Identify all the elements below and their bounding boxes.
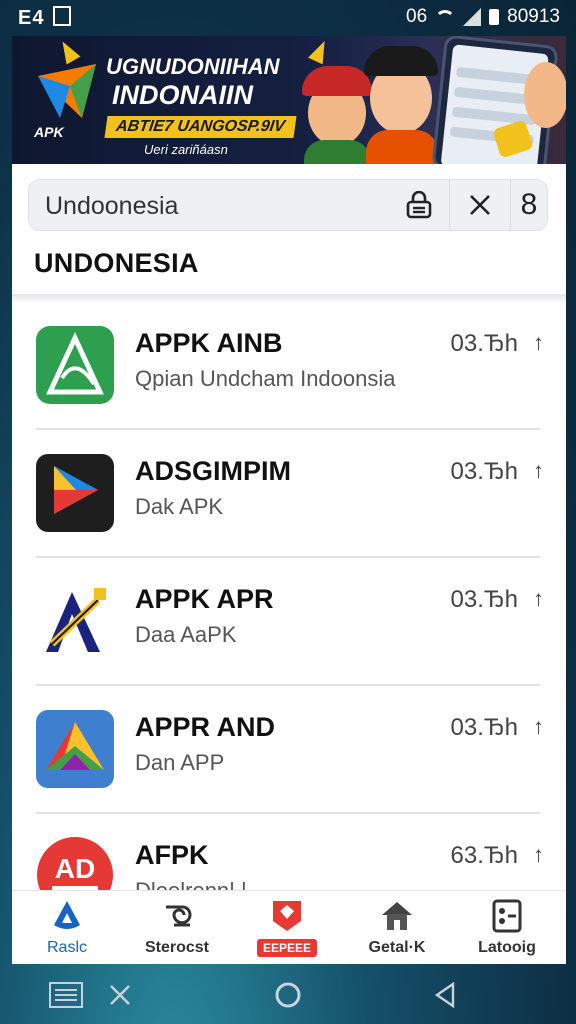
tab-latooig[interactable]: Latooig — [452, 891, 562, 964]
app-size: 03.Ђh — [450, 330, 518, 357]
download-icon[interactable]: ↑ — [533, 714, 544, 740]
status-extra: 06 — [406, 6, 428, 27]
tab-label: ЕЕРЕЕЕ — [232, 939, 342, 957]
list-item[interactable]: APPK AINB Qpian Undcham Indoonsia 03.Ђh … — [12, 302, 566, 430]
tab-label: Sterocst — [144, 939, 210, 956]
image-icon — [53, 6, 72, 26]
character-hair-icon — [364, 46, 438, 76]
app-size: 03.Ђh — [450, 714, 518, 741]
tab-getal[interactable]: Getal·K — [342, 891, 452, 964]
status-right: 06 80913 — [406, 6, 560, 28]
signal-icon — [463, 8, 482, 26]
tab-sterocst[interactable]: Sterocst — [122, 891, 232, 964]
app-name: APPK AINB — [135, 328, 283, 358]
close-apps-button[interactable] — [106, 980, 134, 1010]
list-item[interactable]: APPK APR Daa AaPK 03.Ђh ↑ — [12, 558, 566, 686]
dots-box-icon — [492, 899, 522, 933]
list-item[interactable]: ADSGIMPIM Dak APK 03.Ђh ↑ — [12, 430, 566, 558]
banner-logo-label: APK — [34, 124, 64, 140]
clock: 80913 — [507, 6, 560, 27]
apk-logo-icon — [38, 64, 96, 118]
a-letter-icon — [46, 588, 106, 652]
home-icon — [382, 902, 412, 930]
search-input[interactable] — [43, 188, 377, 224]
a-triangle-green-icon — [36, 326, 114, 404]
bottom-nav: Raslc Sterocst ЕЕРЕЕЕ Getal·K Latooig — [12, 890, 566, 964]
app-name: APPK APR — [135, 584, 274, 614]
app-desc: Qpian Undcham Indoonsia — [135, 366, 396, 391]
download-icon[interactable]: ↑ — [533, 458, 544, 484]
app-size: 03.Ђh — [450, 458, 518, 485]
section-title: UNDONESIA — [34, 248, 199, 278]
search-bar: 8 — [28, 179, 548, 231]
app-name: APPR AND — [135, 712, 276, 742]
banner-subtitle: Ueri zariñáasn — [144, 142, 228, 157]
carrier-text: E4 — [18, 7, 45, 29]
back-icon — [434, 982, 455, 1008]
tab-raslc[interactable]: Raslc — [12, 891, 122, 964]
red-badge-icon — [273, 901, 301, 931]
list-item[interactable]: APPR AND Dan APP 03.Ђh ↑ — [12, 686, 566, 814]
menu-icon — [49, 982, 83, 1008]
clear-search-button[interactable] — [449, 180, 511, 230]
download-icon[interactable]: ↑ — [533, 842, 544, 868]
download-icon[interactable]: ↑ — [533, 330, 544, 356]
system-nav-bar — [0, 966, 576, 1024]
battery-icon — [489, 9, 500, 25]
promo-banner[interactable]: APK UGNUDONIIHAN INDONAIIN ABTIE7 UANGOS… — [12, 36, 566, 164]
banner-title-2: INDONAIIN — [112, 80, 253, 110]
banner-promo: ABTIE7 UANGOSP.9IV — [104, 116, 297, 138]
app-size: 03.Ђh — [450, 586, 518, 613]
home-circle-icon — [275, 982, 301, 1008]
home-button[interactable] — [272, 980, 304, 1010]
app-desc: Dan APP — [135, 750, 225, 775]
wifi-icon — [435, 10, 456, 24]
app-name: ADSGIMPIM — [135, 456, 292, 486]
tab-red-badge[interactable]: ЕЕРЕЕЕ — [232, 891, 342, 964]
play-triangle-icon — [36, 454, 114, 532]
status-bar: E4 06 80913 — [0, 0, 576, 34]
app-size: 63.Ђh — [450, 842, 518, 869]
banner-title-1: UGNUDONIIHAN — [106, 54, 280, 79]
close-icon — [110, 985, 130, 1005]
status-left: E4 — [18, 6, 72, 30]
tab-label: Latooig — [478, 939, 536, 956]
spiral-icon — [166, 905, 192, 927]
character-right-icon — [524, 62, 566, 128]
colorful-triangle-icon — [36, 710, 114, 788]
app-desc: Daa AaPK — [135, 622, 237, 647]
section-divider — [12, 294, 566, 302]
result-count: 8 — [520, 188, 538, 221]
svg-text:AD: AD — [55, 853, 95, 884]
app-panel: APK UGNUDONIIHAN INDONAIIN ABTIE7 UANGOS… — [12, 36, 566, 964]
character-body-icon — [304, 140, 370, 164]
lock-icon — [406, 191, 432, 219]
app-desc: Dak APK — [135, 494, 224, 519]
back-button[interactable] — [430, 980, 460, 1010]
tab-label: Raslc — [46, 939, 87, 956]
app-name: AFPK — [135, 840, 209, 870]
spark-icon — [308, 37, 332, 65]
character-hat-icon — [302, 66, 372, 96]
character-shirt-icon — [366, 130, 438, 164]
menu-button[interactable] — [48, 980, 84, 1010]
lock-button[interactable] — [397, 180, 441, 230]
drop-icon — [54, 901, 80, 929]
tab-label: Getal·K — [368, 939, 426, 956]
close-icon — [470, 195, 490, 215]
download-icon[interactable]: ↑ — [533, 586, 544, 612]
tab-label-badge: ЕЕРЕЕЕ — [256, 939, 318, 957]
